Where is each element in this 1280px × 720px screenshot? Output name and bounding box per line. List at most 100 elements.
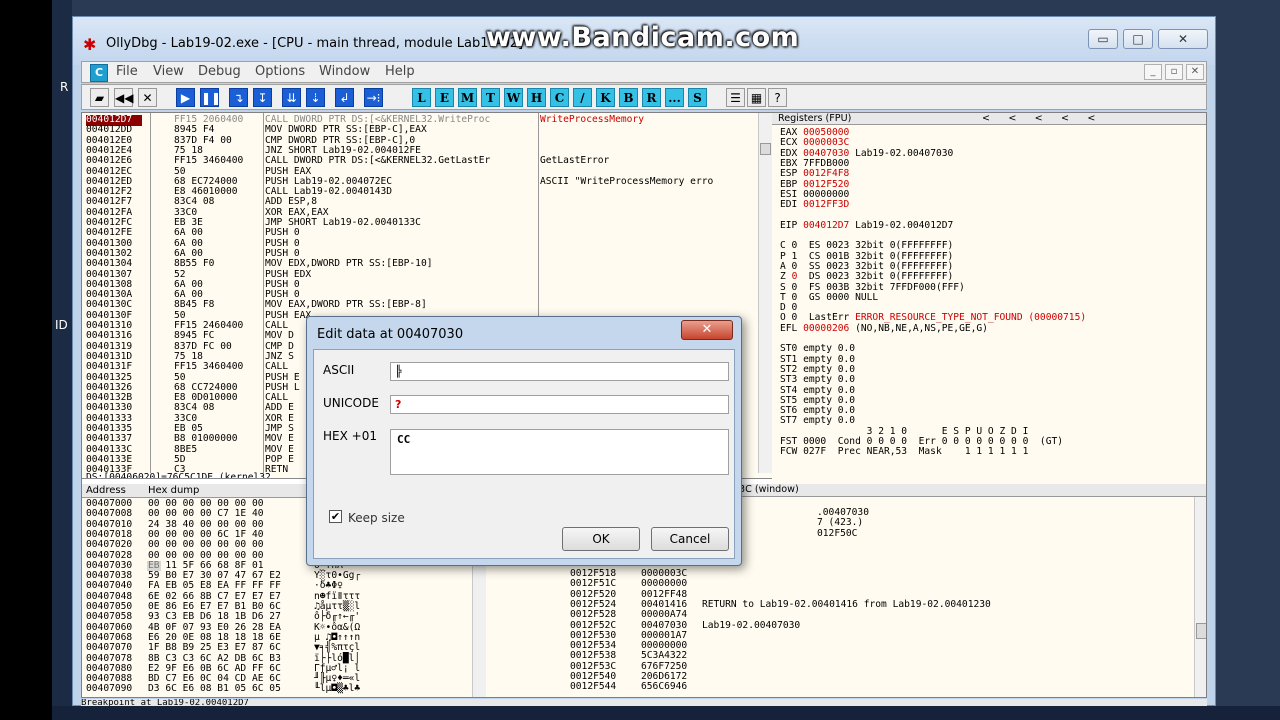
register-comment: Lab19-02.00407030 <box>849 147 954 159</box>
step-over-icon[interactable]: ↧ <box>253 88 272 107</box>
register-comment: (NO,NB,NE,A,NS,PE,GE,G) <box>849 322 988 334</box>
toolbar-letter-1[interactable]: E <box>435 88 454 107</box>
ascii-input[interactable]: ╠ <box>390 362 729 381</box>
mdi-restore-button[interactable]: ▫ <box>1165 64 1183 80</box>
cancel-button[interactable]: Cancel <box>651 527 729 551</box>
go-to-icon[interactable]: →⁝ <box>364 88 383 107</box>
disasm-comment: WriteProcessMemory <box>540 114 644 125</box>
desktop-side-text-r: R <box>60 80 69 94</box>
menu-bar: C File View Debug Options Window Help _ … <box>81 61 1207 83</box>
disasm-comment: ASCII "WriteProcessMemory erro <box>540 175 714 187</box>
register-value[interactable]: 0012FF3D <box>803 199 849 210</box>
open-icon[interactable]: ▰ <box>90 88 109 107</box>
hex-label: HEX +01 <box>323 429 377 443</box>
dump-ascii: ╙lµ◘▒♣l♣ <box>314 683 361 695</box>
register-name: EDI <box>780 199 804 211</box>
dialog-body: ASCII ╠ UNICODE ? HEX +01 CC ✔ Keep size… <box>313 349 735 559</box>
toolbar-letter-11[interactable]: ... <box>665 88 684 107</box>
close-icon[interactable]: ✕ <box>138 88 157 107</box>
pause-icon[interactable]: ❚❚ <box>200 88 221 107</box>
toolbar-letter-12[interactable]: S <box>688 88 707 107</box>
menu-debug[interactable]: Debug <box>198 64 241 79</box>
toolbar-letter-5[interactable]: H <box>527 88 546 107</box>
dialog-close-button[interactable]: ✕ <box>681 320 733 340</box>
toolbar-letter-9[interactable]: B <box>619 88 638 107</box>
bandicam-watermark: www.Bandicam.com <box>486 22 800 53</box>
stack-value[interactable]: 656C6946 <box>641 682 687 693</box>
menu-help[interactable]: Help <box>385 64 415 79</box>
dump-header-hex[interactable]: Hex dump <box>148 484 199 497</box>
register-comment: Lab19-02.004012D7 <box>849 219 954 231</box>
register-line: FCW 027F Prec NEAR,53 Mask 1 1 1 1 1 1 <box>780 447 1028 458</box>
toolbar-letter-6[interactable]: C <box>550 88 569 107</box>
hex-input[interactable]: CC <box>390 429 729 475</box>
unicode-label: UNICODE <box>323 396 379 410</box>
disassembly-scrollbar[interactable] <box>758 113 772 473</box>
rewind-icon[interactable]: ◀◀ <box>114 88 133 107</box>
mdi-minimize-button[interactable]: _ <box>1144 64 1162 80</box>
bottom-edge <box>52 706 1280 720</box>
stack-scrollbar[interactable] <box>1194 497 1206 697</box>
mdi-close-button[interactable]: ✕ <box>1186 64 1204 80</box>
toolbar-letter-4[interactable]: W <box>504 88 523 107</box>
maximize-button[interactable]: □ <box>1123 29 1153 49</box>
dialog-title: Edit data at 00407030 <box>317 327 464 342</box>
help-icon[interactable]: ? <box>768 88 787 107</box>
unicode-input[interactable]: ? <box>390 395 729 414</box>
stack-partial-line: 012F50C <box>817 527 858 539</box>
dump-address[interactable]: 00407090 <box>86 684 132 695</box>
desktop-left-strip <box>52 0 72 720</box>
step-into-icon[interactable]: ↴ <box>229 88 248 107</box>
disasm-comment: GetLastError <box>540 155 610 167</box>
register-line: EIP 004012D7 Lab19-02.004012D7 <box>780 219 954 232</box>
close-button[interactable]: ✕ <box>1158 29 1208 49</box>
trace-into-icon[interactable]: ⇊ <box>282 88 301 107</box>
registers-header-label: Registers (FPU) <box>778 113 852 124</box>
minimize-button[interactable]: ▭ <box>1088 29 1118 49</box>
register-name: FCW 027F Prec NEAR,53 Mask 1 1 1 1 1 1 <box>780 446 1029 458</box>
keep-size-checkbox[interactable]: ✔ <box>329 510 342 523</box>
toolbar-letter-10[interactable]: R <box>642 88 661 107</box>
disassembly-scroll-thumb[interactable] <box>760 143 771 155</box>
dump-header-address[interactable]: Address <box>86 484 126 497</box>
edit-data-dialog: Edit data at 00407030 ✕ ASCII ╠ UNICODE … <box>306 316 742 566</box>
execute-till-return-icon[interactable]: ↲ <box>335 88 354 107</box>
register-name: EFL <box>780 322 804 334</box>
register-line: EDI 0012FF3D <box>780 199 849 211</box>
registers-header[interactable]: Registers (FPU) < < < < < <box>772 113 1206 125</box>
toolbar: ▰ ◀◀ ✕ ▶ ❚❚ ↴ ↧ ⇊ ⇣ ↲ →⁝ L E M T W H C / K B R... S ☰ ▦? <box>81 84 1207 110</box>
toolbar-letter-8[interactable]: K <box>596 88 615 107</box>
registers-pane[interactable]: Registers (FPU) < < < < < EAX 00050000 EC… <box>772 113 1206 488</box>
register-value[interactable]: 004012D7 <box>803 220 849 231</box>
trace-over-icon[interactable]: ⇣ <box>306 88 325 107</box>
disasm-info-line: DS:[00406020]=76C5C1DE (kernel32 <box>86 472 271 478</box>
grid-icon[interactable]: ▦ <box>747 88 766 107</box>
list-icon[interactable]: ☰ <box>726 88 745 107</box>
ok-button[interactable]: OK <box>562 527 640 551</box>
window-title: OllyDbg - Lab19-02.exe - [CPU - main thr… <box>106 36 524 51</box>
ollydbg-bug-icon: ✱ <box>83 35 97 54</box>
dump-selected-byte[interactable] <box>147 560 161 571</box>
desktop-side-text-id: ID <box>55 318 68 332</box>
menu-view[interactable]: View <box>153 64 184 79</box>
register-name: EIP <box>780 219 804 231</box>
stack-scroll-thumb[interactable] <box>1196 623 1206 639</box>
toolbar-letter-3[interactable]: T <box>481 88 500 107</box>
ascii-label: ASCII <box>323 363 355 377</box>
register-line: EFL 00000206 (NO,NB,NE,A,NS,PE,GE,G) <box>780 322 988 335</box>
register-value[interactable]: 00000206 <box>803 323 849 334</box>
menu-file[interactable]: File <box>116 64 138 79</box>
toolbar-letter-0[interactable]: L <box>412 88 431 107</box>
keep-size-label[interactable]: Keep size <box>348 511 405 525</box>
run-icon[interactable]: ▶ <box>176 88 195 107</box>
registers-nav-arrows[interactable]: < < < < < <box>982 113 1095 125</box>
toolbar-letter-2[interactable]: M <box>458 88 477 107</box>
stack-comment: Lab19-02.00407030 <box>702 619 801 631</box>
stack-comment: RETURN to Lab19-02.00401416 from Lab19-0… <box>702 598 991 610</box>
menu-options[interactable]: Options <box>255 64 305 79</box>
menu-window[interactable]: Window <box>319 64 370 79</box>
stack-address[interactable]: 0012F544 <box>570 682 616 693</box>
dump-hex[interactable]: D3 6C E6 08 B1 05 6C 05 <box>148 684 281 695</box>
cpu-window-icon[interactable]: C <box>90 64 108 82</box>
toolbar-letter-7[interactable]: / <box>573 88 592 107</box>
